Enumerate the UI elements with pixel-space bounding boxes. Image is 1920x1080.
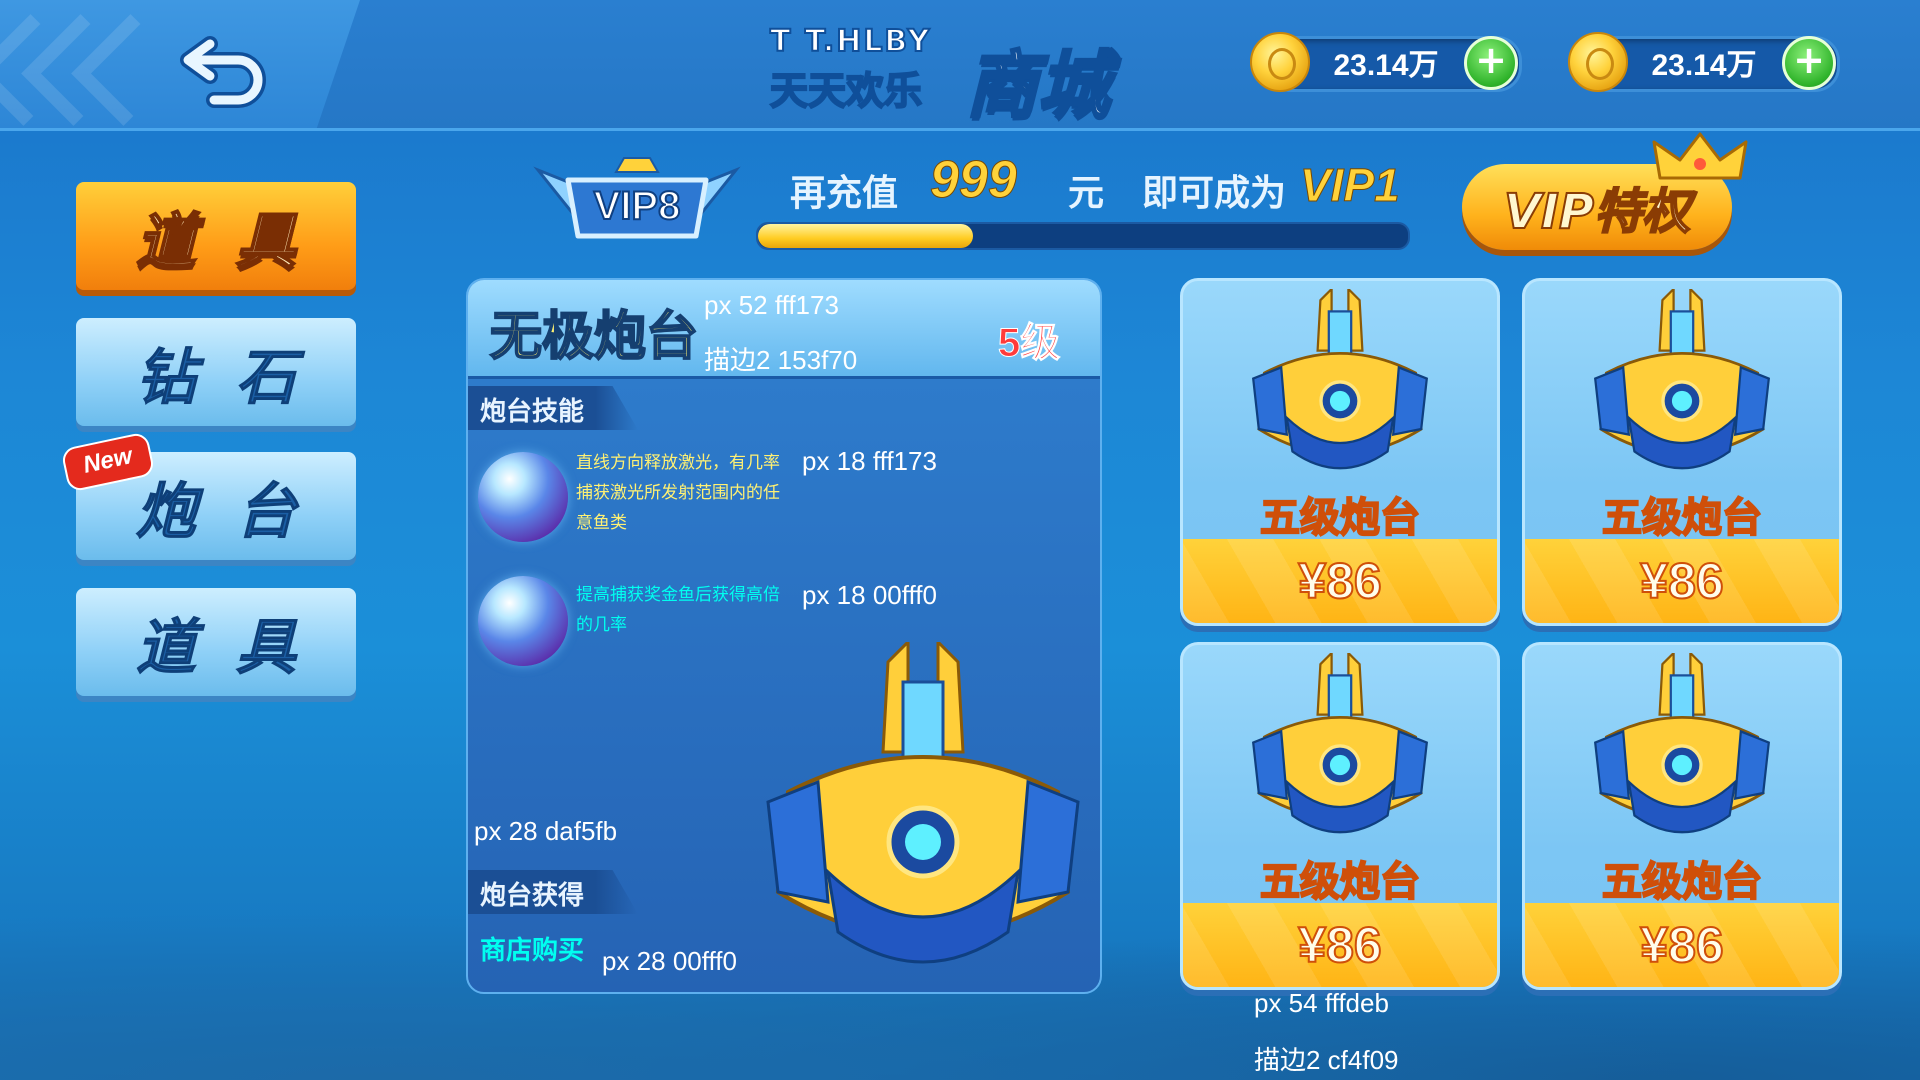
product-name: 五级炮台	[1259, 858, 1421, 906]
product-card-1[interactable]: 五级炮台 ¥86	[1180, 278, 1500, 626]
become-text: 即可成为	[1142, 173, 1287, 214]
currency-value-2: 23.14万	[1651, 49, 1757, 82]
cannon-thumb-icon	[1577, 286, 1787, 485]
skill-2-desc: 提高捕获奖金鱼后获得高倍的几率	[576, 585, 780, 635]
obtain-section-tag: 炮台获得	[468, 870, 638, 914]
cannon-large-image	[758, 638, 1088, 992]
obtain-font-note: px 28 00fff0	[602, 946, 737, 976]
product-price-button[interactable]: ¥86	[1525, 903, 1839, 987]
skill-orb-icon	[478, 576, 568, 666]
back-arrow-icon	[180, 36, 266, 108]
sidebar-item-props[interactable]: 道具	[76, 182, 356, 290]
section-font-note: px 28 daf5fb	[474, 816, 618, 846]
back-button[interactable]	[180, 30, 270, 110]
sidebar-item-label: 道具	[135, 206, 336, 278]
obtain-header: 炮台获得	[480, 881, 585, 911]
sidebar-item-label: 道具	[136, 612, 336, 683]
product-font-note: px 54 fffdeb	[1254, 988, 1389, 1018]
vip-level: VIP8	[593, 183, 682, 229]
product-price-button[interactable]: ¥86	[1525, 539, 1839, 623]
product-price: ¥86	[1639, 552, 1724, 610]
detail-header: 无极炮台 px 52 fff173 描边2 153f70 5级	[468, 280, 1100, 379]
sidebar-item-props-2[interactable]: 道具	[76, 588, 356, 696]
product-card-3[interactable]: 五级炮台 ¥86	[1180, 642, 1500, 990]
cannon-thumb-icon	[1235, 286, 1445, 485]
recharge-prefix: 再充值	[790, 173, 899, 214]
cannon-detail-panel: 无极炮台 px 52 fff173 描边2 153f70 5级 炮台技能 直线方…	[466, 278, 1102, 994]
next-vip-level: VIP1	[1300, 159, 1401, 212]
skill-1-note: px 18 fff173	[802, 446, 937, 476]
sidebar-item-diamonds[interactable]: 钻石	[76, 318, 356, 426]
title-font-note: px 52 fff173	[704, 290, 839, 320]
product-name: 五级炮台	[1259, 494, 1421, 542]
product-card-4[interactable]: 五级炮台 ¥86	[1522, 642, 1842, 990]
skill-orb-icon	[478, 452, 568, 542]
logo-line2: 天天欢乐	[769, 68, 923, 114]
currency-value-1: 23.14万	[1333, 49, 1439, 82]
gold-coin-icon	[1568, 32, 1628, 92]
crown-icon	[1650, 128, 1750, 188]
skill-2-note: px 18 00fff0	[802, 580, 937, 610]
vip-badge: VIP8	[528, 150, 746, 250]
logo-line1: T T.HLBY	[769, 23, 932, 60]
recharge-amount: 999	[930, 151, 1018, 210]
sidebar-item-label: 钻石	[136, 342, 336, 413]
obtain-method-link[interactable]: 商店购买	[480, 930, 584, 967]
shop-title: T T.HLBY 天天欢乐 商城	[769, 18, 1130, 129]
skills-section-tag: 炮台技能	[468, 386, 638, 430]
cannon-thumb-icon	[1235, 650, 1445, 849]
product-name: 五级炮台	[1601, 494, 1763, 542]
product-price-button[interactable]: ¥86	[1183, 539, 1497, 623]
skills-header: 炮台技能	[480, 397, 585, 427]
vip-progress-fill	[758, 224, 973, 248]
product-price: ¥86	[1297, 916, 1382, 974]
recharge-unit: 元	[1068, 173, 1105, 214]
cannon-thumb-icon	[1577, 650, 1787, 849]
plus-icon[interactable]: +	[1464, 36, 1518, 90]
product-stroke-note: 描边2 cf4f09	[1254, 1045, 1399, 1075]
gold-coin-icon	[1250, 32, 1310, 92]
product-price: ¥86	[1297, 552, 1382, 610]
product-price: ¥86	[1639, 916, 1724, 974]
vip-progress-bar	[756, 222, 1410, 250]
cannon-level: 5级	[997, 321, 1061, 366]
cannon-title: 无极炮台	[489, 306, 699, 368]
skill-1-desc: 直线方向释放激光，有几率捕获激光所发射范围内的任意鱼类	[576, 453, 780, 533]
product-name: 五级炮台	[1601, 858, 1763, 906]
product-card-2[interactable]: 五级炮台 ¥86	[1522, 278, 1842, 626]
product-price-button[interactable]: ¥86	[1183, 903, 1497, 987]
page-title: 商城	[964, 42, 1111, 129]
plus-icon[interactable]: +	[1782, 36, 1836, 90]
title-stroke-note: 描边2 153f70	[704, 345, 858, 375]
